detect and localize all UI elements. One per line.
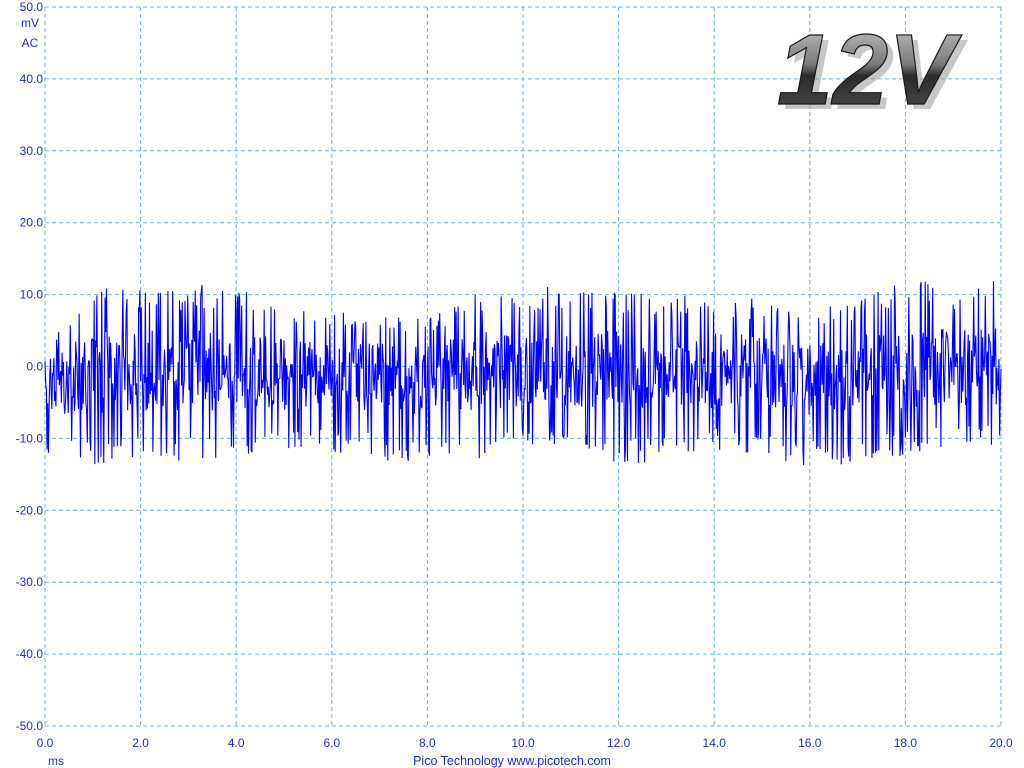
y-tick-label: 50.0 <box>20 0 44 14</box>
x-axis-unit: ms <box>48 754 64 768</box>
x-tick-label: 0.0 <box>37 736 54 750</box>
y-axis-ticks: 50.0 40.0 30.0 20.0 10.0 0.0 -10.0 -20.0 -30.0 -4… <box>16 0 44 733</box>
x-tick-label: 16.0 <box>798 736 822 750</box>
voltage-badge: 12V <box>777 14 962 126</box>
y-axis-unit: mV <box>21 16 39 30</box>
x-axis-ticks: 0.0 2.0 4.0 6.0 8.0 10.0 12.0 14.0 16.0 18.0 20.0 <box>37 736 1013 750</box>
x-tick-label: 4.0 <box>228 736 245 750</box>
y-tick-label: 10.0 <box>20 288 44 302</box>
y-tick-label: -20.0 <box>16 503 44 517</box>
x-tick-label: 18.0 <box>894 736 918 750</box>
y-tick-label: -40.0 <box>16 647 44 661</box>
x-tick-label: 10.0 <box>511 736 535 750</box>
x-tick-label: 6.0 <box>323 736 340 750</box>
vendor-credit: Pico Technology www.picotech.com <box>413 754 611 768</box>
x-tick-label: 12.0 <box>607 736 631 750</box>
y-tick-label: 0.0 <box>26 360 43 374</box>
x-tick-label: 2.0 <box>132 736 149 750</box>
y-tick-label: 20.0 <box>20 216 44 230</box>
y-tick-label: 40.0 <box>20 72 44 86</box>
x-tick-label: 20.0 <box>989 736 1013 750</box>
x-tick-label: 8.0 <box>419 736 436 750</box>
y-tick-label: -30.0 <box>16 575 44 589</box>
y-axis-coupling: AC <box>22 36 39 50</box>
y-tick-label: 30.0 <box>20 144 44 158</box>
y-tick-label: -50.0 <box>16 719 44 733</box>
oscilloscope-chart: 50.0 40.0 30.0 20.0 10.0 0.0 -10.0 -20.0 -30.0 -4… <box>16 0 1013 768</box>
y-tick-label: -10.0 <box>16 431 44 445</box>
x-tick-label: 14.0 <box>703 736 727 750</box>
